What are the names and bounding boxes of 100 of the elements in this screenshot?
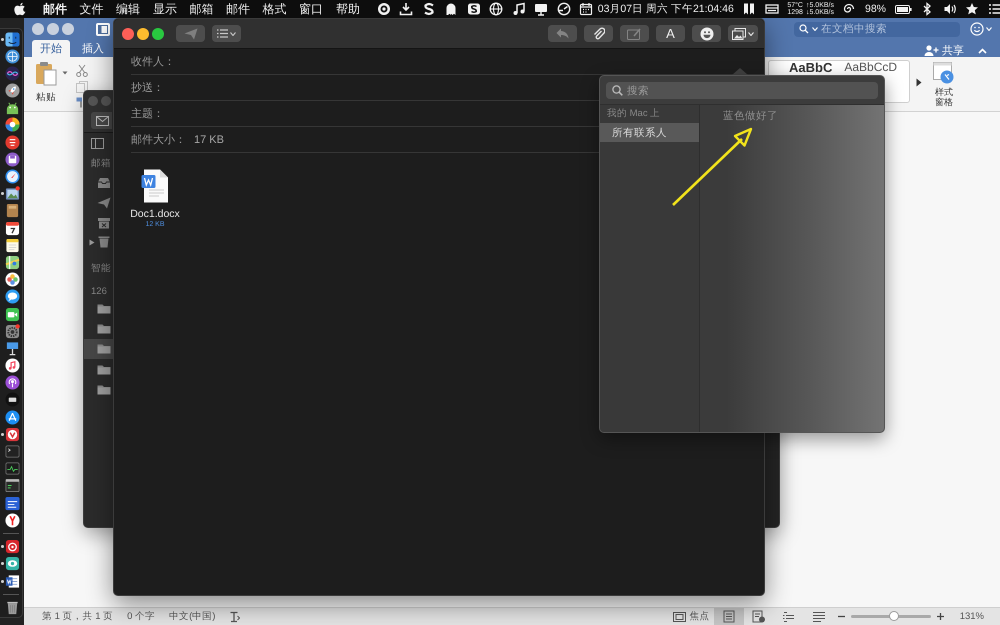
ring-tile-icon[interactable] (4, 539, 20, 554)
app-menu[interactable]: 邮件 (43, 0, 67, 18)
close-button[interactable] (122, 28, 134, 40)
download-icon[interactable] (399, 2, 414, 16)
notebook-icon[interactable] (4, 203, 20, 218)
star-icon[interactable] (965, 2, 979, 16)
speech-bubble-icon[interactable] (4, 289, 20, 304)
language-text[interactable]: 中文(中国) (169, 610, 216, 623)
text-lines-tile-icon[interactable] (4, 496, 20, 511)
picture-frame-icon[interactable] (4, 186, 20, 202)
menu-item[interactable]: 编辑 (116, 0, 140, 18)
robot-icon[interactable] (4, 100, 20, 116)
notepad-icon[interactable] (4, 238, 20, 253)
style-option[interactable]: AaBbC (789, 61, 832, 74)
lectern-icon[interactable] (4, 340, 20, 356)
sidebar-toggle-icon[interactable] (91, 138, 104, 150)
gauge-icon[interactable] (556, 2, 571, 16)
share-button[interactable]: 共享 (924, 43, 964, 58)
caret-up-icon[interactable] (978, 48, 987, 54)
fork-circle-icon[interactable] (4, 512, 20, 528)
list-button[interactable] (212, 25, 241, 42)
tv-icon[interactable] (4, 392, 20, 408)
paste-button[interactable]: 粘贴 (33, 61, 59, 104)
podcast-icon[interactable] (4, 375, 20, 390)
flower-icon[interactable] (4, 272, 20, 288)
caret-icon[interactable] (62, 71, 68, 75)
photo-button[interactable] (728, 25, 758, 42)
bookmarks-icon[interactable] (742, 2, 756, 16)
paper-plane-icon[interactable] (97, 196, 111, 209)
minus-icon[interactable] (838, 613, 845, 620)
plus-icon[interactable] (936, 613, 944, 620)
group-item[interactable]: 所有联系人 (600, 123, 699, 142)
video-camera-icon[interactable] (4, 306, 20, 322)
battery-percent[interactable]: 98% (864, 3, 886, 15)
menu-item[interactable]: 窗口 (299, 0, 324, 18)
menu-item[interactable]: 帮助 (336, 0, 360, 18)
apple-icon[interactable] (14, 2, 26, 16)
trash-icon[interactable] (4, 600, 20, 615)
compass-icon[interactable] (4, 169, 20, 184)
music-note-icon[interactable] (512, 2, 526, 16)
list-icon[interactable] (988, 2, 1000, 16)
menu-item[interactable]: 文件 (80, 0, 104, 18)
gear-icon[interactable] (4, 324, 20, 339)
inbox-tray-icon[interactable] (97, 177, 111, 190)
document-tile-icon[interactable] (4, 574, 20, 588)
globe-icon[interactable] (4, 48, 20, 64)
menu-item[interactable]: 格式 (262, 0, 287, 18)
chevron-tile-icon[interactable] (4, 426, 20, 442)
monitor-icon[interactable] (534, 2, 548, 16)
squiggle-icon[interactable] (422, 2, 436, 16)
pulse-monitor-icon[interactable] (4, 461, 20, 476)
ribbon-tab[interactable]: 开始 (32, 40, 70, 57)
face-tile-icon[interactable] (4, 32, 20, 46)
target-icon[interactable] (376, 2, 391, 16)
clock-text[interactable]: 03月07日 周六 下午21:04:46 (598, 2, 734, 16)
junk-box-icon[interactable] (97, 216, 111, 229)
menu-item[interactable]: 邮箱 (189, 0, 214, 18)
map-icon[interactable] (4, 254, 20, 270)
styles-pane-button[interactable]: 样式窗格 (932, 62, 956, 107)
music-note-icon[interactable] (4, 358, 20, 374)
ghost-icon[interactable] (444, 2, 458, 16)
zoom-button[interactable] (62, 23, 74, 35)
calendar-icon[interactable] (4, 220, 20, 236)
folder-item[interactable] (84, 338, 113, 359)
get-mail-button[interactable] (91, 112, 112, 129)
orb-icon[interactable] (4, 66, 20, 81)
style-option[interactable]: AaBbCcD (844, 61, 898, 74)
trash-icon[interactable] (97, 236, 111, 248)
attach-button[interactable] (584, 25, 613, 42)
zoom-button[interactable] (152, 28, 164, 40)
track-changes-icon[interactable] (229, 610, 240, 622)
scissors-icon[interactable] (76, 64, 88, 77)
floppy-disk-icon[interactable] (4, 152, 20, 167)
striped-circle-icon[interactable] (4, 134, 20, 150)
pinwheel-icon[interactable] (4, 117, 20, 132)
console-icon[interactable] (4, 478, 20, 494)
menu-item[interactable]: 显示 (152, 0, 177, 18)
slider-thumb[interactable] (888, 611, 899, 621)
font-button[interactable]: A (656, 25, 685, 42)
volume-icon[interactable] (942, 2, 956, 16)
calendar-icon[interactable] (579, 2, 594, 16)
disclosure-triangle-icon[interactable] (89, 238, 95, 246)
squiggle-tile-icon[interactable] (466, 2, 481, 16)
eye-tile-icon[interactable] (4, 556, 20, 572)
copy-icon[interactable] (76, 81, 88, 93)
app-store-icon[interactable] (4, 410, 20, 425)
view-button[interactable] (714, 608, 744, 625)
emoji-button[interactable] (692, 25, 721, 42)
sidebar-button[interactable] (96, 22, 110, 36)
battery-icon[interactable] (894, 4, 912, 14)
menu-item[interactable]: 邮件 (226, 0, 250, 18)
terminal-icon[interactable] (4, 444, 20, 459)
paintbrush-icon[interactable] (76, 97, 82, 108)
rocket-icon[interactable] (4, 83, 20, 98)
close-button[interactable] (32, 23, 44, 35)
gallery-arrow-icon[interactable] (916, 78, 922, 87)
feedback-button[interactable] (970, 22, 992, 36)
ribbon-tab[interactable]: 插入 (74, 40, 112, 57)
window-icon[interactable] (764, 2, 779, 16)
minimize-button[interactable] (137, 28, 149, 40)
